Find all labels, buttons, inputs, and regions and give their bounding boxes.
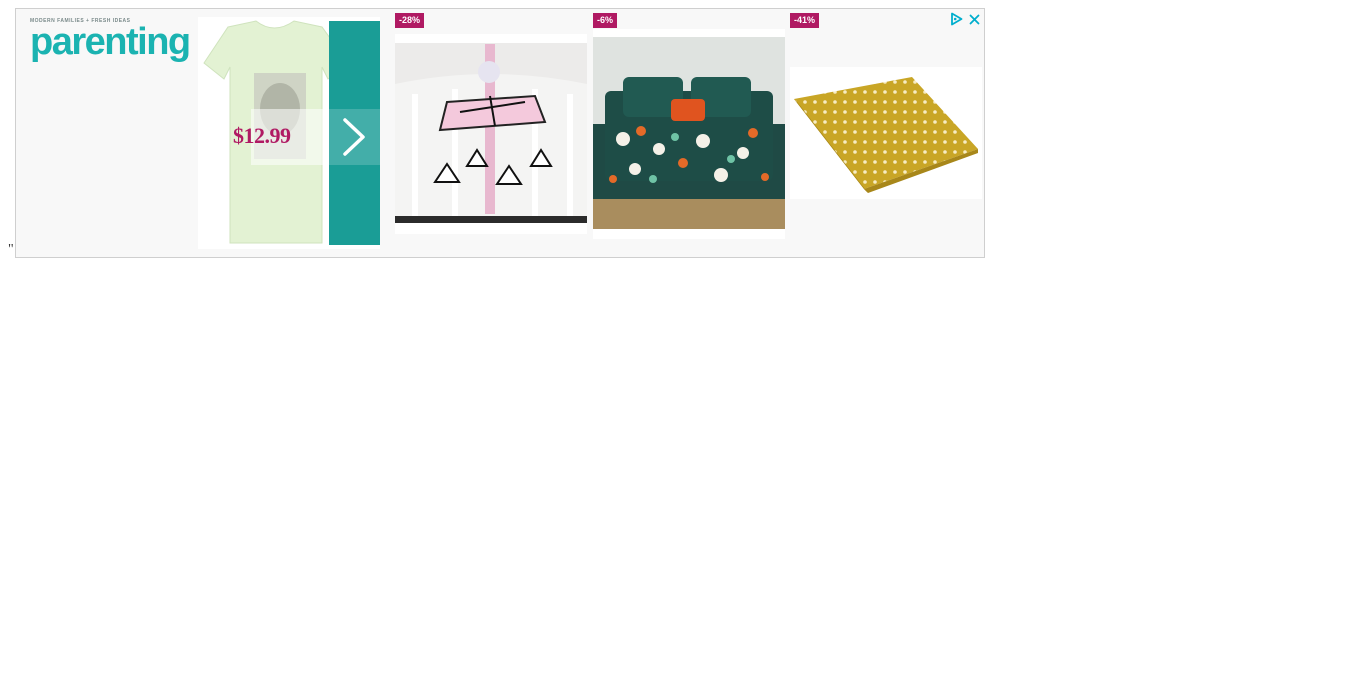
next-button[interactable] [329,21,380,245]
product-card[interactable]: -6% [593,9,785,249]
product-image [790,67,982,199]
close-icon[interactable] [969,14,980,25]
product-card[interactable]: -28% [395,9,587,249]
discount-badge: -6% [593,13,618,28]
adchoices-icon[interactable] [949,12,963,26]
ad-controls [949,12,980,26]
product-image [395,34,587,234]
ad-banner[interactable]: Modern Families + Fresh Ideas parenting … [15,8,985,258]
product-card[interactable]: -41% [790,9,982,249]
product-price: $12.99 [233,123,291,148]
product-image [593,29,785,239]
discount-badge: -41% [790,13,820,28]
brand-name: parenting [30,21,191,63]
stray-text: " [8,242,14,257]
brand-logo[interactable]: Modern Families + Fresh Ideas parenting [30,18,191,66]
discount-badge: -28% [395,13,425,28]
